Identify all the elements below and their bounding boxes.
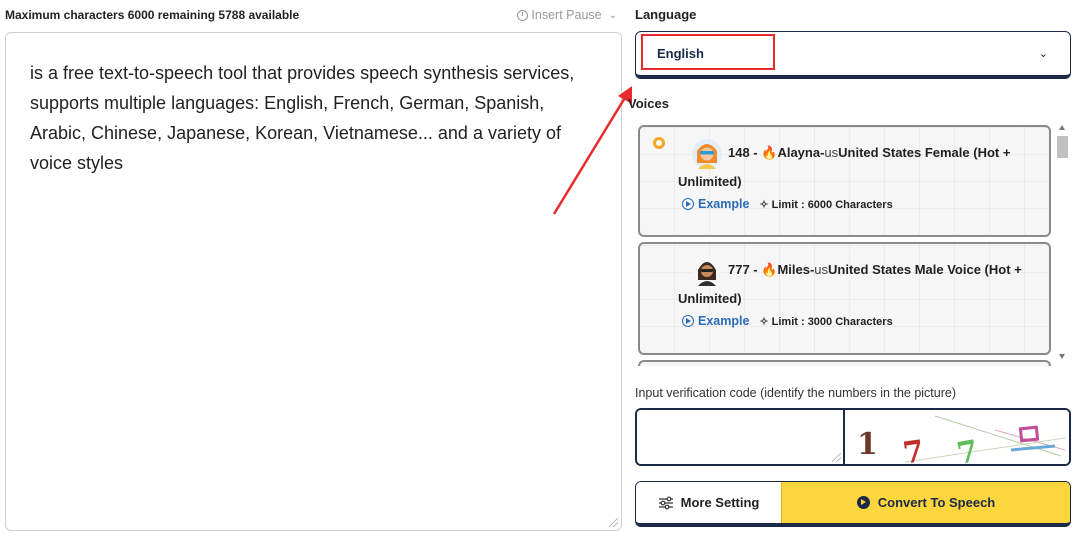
- captcha-digit-1: 1: [857, 427, 878, 462]
- scroll-up-icon[interactable]: [1059, 125, 1065, 130]
- resize-handle-icon[interactable]: [609, 518, 618, 527]
- voice-meta: Example ✧ Limit : 6000 Characters: [682, 197, 1035, 211]
- avatar-female-icon: [692, 138, 722, 169]
- language-select[interactable]: English ⌄: [635, 31, 1071, 79]
- voice-card[interactable]: 777 - 🔥Miles-usUnited States Male Voice …: [638, 242, 1051, 355]
- captcha-box: 1 7 7: [635, 408, 1071, 466]
- avatar: [692, 255, 722, 286]
- play-circle-icon: [682, 198, 694, 210]
- avatar-male-icon: [692, 255, 722, 286]
- chevron-down-icon: ⌄: [1038, 48, 1048, 60]
- captcha-input[interactable]: [637, 410, 845, 464]
- play-circle-icon: [856, 496, 870, 509]
- resize-handle-icon[interactable]: [832, 453, 841, 462]
- avatar: [692, 138, 722, 169]
- voice-title-cont: Unlimited): [678, 174, 742, 189]
- scroll-thumb[interactable]: [1057, 136, 1068, 158]
- text-input-area[interactable]: is a free text-to-speech tool that provi…: [5, 32, 622, 531]
- voice-limit: ✧ Limit : 6000 Characters: [759, 198, 893, 211]
- insert-pause-label: Insert Pause: [531, 8, 602, 22]
- action-bar: More Setting Convert To Speech: [635, 481, 1071, 527]
- captcha-label: Input verification code (identify the nu…: [635, 386, 957, 400]
- voice-title: 777 - 🔥Miles-usUnited States Male Voice …: [654, 244, 1035, 286]
- captcha-picture: 1 7 7: [857, 415, 1066, 464]
- voices-list[interactable]: 148 - 🔥Alayna-usUnited States Female (Ho…: [635, 117, 1072, 366]
- convert-to-speech-button[interactable]: Convert To Speech: [781, 482, 1070, 523]
- language-selected-value: English: [657, 46, 704, 61]
- captcha-digit-2: 7: [901, 434, 927, 464]
- more-setting-label: More Setting: [680, 495, 760, 510]
- scroll-down-icon[interactable]: [1059, 354, 1065, 359]
- text-input-content: is a free text-to-speech tool that provi…: [30, 63, 575, 173]
- editor-header: Maximum characters 6000 remaining 5788 a…: [5, 6, 617, 24]
- chevron-down-icon: ⌄: [608, 9, 617, 21]
- flame-icon: 🔥: [761, 262, 778, 277]
- sliders-icon: [658, 496, 673, 509]
- insert-pause-button[interactable]: Insert Pause ⌄: [517, 8, 617, 22]
- voice-card[interactable]: 148 - 🔥Alayna-usUnited States Female (Ho…: [638, 125, 1051, 237]
- example-button[interactable]: Example: [682, 197, 749, 211]
- captcha-digit-3: 7: [954, 434, 981, 464]
- voices-scrollbar[interactable]: [1055, 122, 1070, 362]
- play-circle-icon: [682, 315, 694, 327]
- more-setting-button[interactable]: More Setting: [636, 482, 781, 523]
- voice-meta: Example ✧ Limit : 3000 Characters: [682, 314, 1035, 328]
- example-button[interactable]: Example: [682, 314, 749, 328]
- voice-title-cont: Unlimited): [678, 291, 742, 306]
- captcha-image: 1 7 7: [845, 410, 1069, 464]
- voice-title: 148 - 🔥Alayna-usUnited States Female (Ho…: [654, 127, 1035, 169]
- convert-label: Convert To Speech: [877, 495, 996, 510]
- char-count-info: Maximum characters 6000 remaining 5788 a…: [5, 8, 300, 22]
- flame-icon: 🔥: [761, 145, 778, 160]
- sparkle-icon: ✧: [759, 315, 769, 328]
- language-label: Language: [635, 7, 697, 22]
- clock-icon: [517, 9, 529, 21]
- voices-label: Voices: [628, 96, 669, 111]
- voice-card[interactable]: [638, 360, 1051, 366]
- sparkle-icon: ✧: [759, 198, 769, 211]
- voice-limit: ✧ Limit : 3000 Characters: [759, 315, 893, 328]
